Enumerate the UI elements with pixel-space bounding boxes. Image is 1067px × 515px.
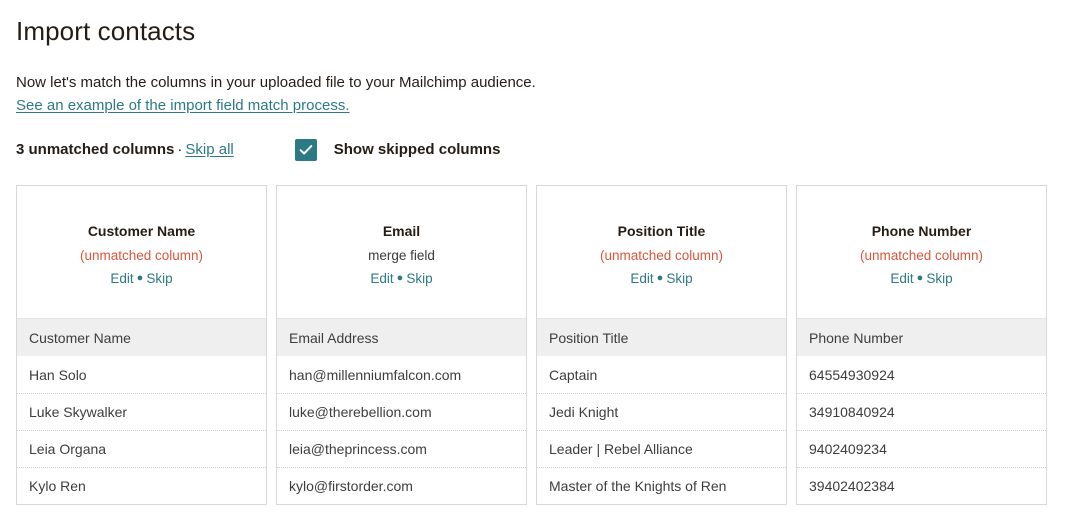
preview-row-cell: Master of the Knights of Ren bbox=[537, 467, 786, 504]
preview-row-cell: Leader | Rebel Alliance bbox=[537, 430, 786, 467]
column-actions: Edit●Skip bbox=[285, 269, 518, 288]
preview-row-cell: Captain bbox=[537, 356, 786, 393]
preview-row-cell: 64554930924 bbox=[797, 356, 1046, 393]
preview-header-cell: Email Address bbox=[277, 319, 526, 356]
preview-row-cell: Luke Skywalker bbox=[17, 393, 266, 430]
column-card-header: Phone Number (unmatched column) Edit●Skip bbox=[797, 186, 1046, 318]
column-preview-table: Customer NameHan SoloLuke SkywalkerLeia … bbox=[17, 318, 266, 504]
preview-row-cell: 39402402384 bbox=[797, 467, 1046, 504]
column-edit-link[interactable]: Edit bbox=[630, 271, 653, 286]
action-separator-dot-icon: ● bbox=[134, 272, 147, 284]
column-match-status: (unmatched column) bbox=[805, 246, 1038, 265]
column-skip-link[interactable]: Skip bbox=[146, 271, 172, 286]
preview-row-cell: 9402409234 bbox=[797, 430, 1046, 467]
column-skip-link[interactable]: Skip bbox=[406, 271, 432, 286]
column-title: Customer Name bbox=[25, 222, 258, 241]
column-preview-table: Position TitleCaptainJedi KnightLeader |… bbox=[537, 318, 786, 504]
preview-row-cell: 34910840924 bbox=[797, 393, 1046, 430]
column-preview-table: Email Addresshan@millenniumfalcon.comluk… bbox=[277, 318, 526, 504]
column-match-status: (unmatched column) bbox=[545, 246, 778, 265]
preview-row-cell: Jedi Knight bbox=[537, 393, 786, 430]
preview-row-cell: Leia Organa bbox=[17, 430, 266, 467]
show-skipped-columns-checkbox[interactable] bbox=[295, 139, 317, 161]
column-actions: Edit●Skip bbox=[805, 269, 1038, 288]
page-title: Import contacts bbox=[16, 0, 1051, 48]
show-skipped-columns-label: Show skipped columns bbox=[334, 140, 501, 160]
column-match-status: (unmatched column) bbox=[25, 246, 258, 265]
column-match-list: Customer Name(unmatched column)Edit●Skip… bbox=[16, 161, 1051, 505]
column-title: Position Title bbox=[545, 222, 778, 241]
action-separator-dot-icon: ● bbox=[654, 272, 667, 284]
unmatched-columns-count: 3 unmatched columns bbox=[16, 141, 174, 158]
preview-header-cell: Phone Number bbox=[797, 319, 1046, 356]
column-card-header: Email merge field Edit●Skip bbox=[277, 186, 526, 318]
column-edit-link[interactable]: Edit bbox=[890, 271, 913, 286]
column-card: Phone Number(unmatched column)Edit●SkipP… bbox=[796, 185, 1047, 505]
import-field-match-example-link[interactable]: See an example of the import field match… bbox=[16, 97, 350, 114]
column-card-header: Position Title (unmatched column) Edit●Ski… bbox=[537, 186, 786, 318]
column-card-header: Customer Name (unmatched column) Edit●Skip bbox=[17, 186, 266, 318]
checkmark-icon bbox=[299, 144, 313, 156]
import-contacts-page: Import contacts Now let's match the colu… bbox=[0, 0, 1067, 515]
column-actions: Edit●Skip bbox=[25, 269, 258, 288]
preview-row-cell: han@millenniumfalcon.com bbox=[277, 356, 526, 393]
example-link-row: See an example of the import field match… bbox=[16, 93, 1051, 116]
column-card: Email merge field Edit●Skip Email Addressha… bbox=[276, 185, 527, 505]
column-actions: Edit●Skip bbox=[545, 269, 778, 288]
preview-row-cell: leia@theprincess.com bbox=[277, 430, 526, 467]
intro-text: Now let's match the columns in your uplo… bbox=[16, 48, 1051, 93]
preview-row-cell: Han Solo bbox=[17, 356, 266, 393]
action-separator-dot-icon: ● bbox=[394, 272, 407, 284]
column-match-status: merge field bbox=[285, 246, 518, 265]
column-title: Phone Number bbox=[805, 222, 1038, 241]
column-preview-table: Phone Number6455493092434910840924940240… bbox=[797, 318, 1046, 504]
column-card: Position Title (unmatched column) Edit●Ski… bbox=[536, 185, 787, 505]
preview-row-cell: luke@therebellion.com bbox=[277, 393, 526, 430]
show-skipped-columns-control[interactable]: Show skipped columns bbox=[295, 139, 501, 161]
column-edit-link[interactable]: Edit bbox=[370, 271, 393, 286]
column-skip-link[interactable]: Skip bbox=[666, 271, 692, 286]
skip-all-link[interactable]: Skip all bbox=[185, 141, 233, 158]
preview-header-cell: Position Title bbox=[537, 319, 786, 356]
status-row: 3 unmatched columns·Skip all Show skippe… bbox=[16, 116, 1051, 161]
column-skip-link[interactable]: Skip bbox=[926, 271, 952, 286]
action-separator-dot-icon: ● bbox=[914, 272, 927, 284]
column-title: Email bbox=[285, 222, 518, 241]
preview-header-cell: Customer Name bbox=[17, 319, 266, 356]
preview-row-cell: kylo@firstorder.com bbox=[277, 467, 526, 504]
column-card: Customer Name (unmatched column) Edit●Skip… bbox=[16, 185, 267, 505]
column-edit-link[interactable]: Edit bbox=[110, 271, 133, 286]
unmatched-columns-status: 3 unmatched columns·Skip all bbox=[16, 140, 234, 160]
preview-row-cell: Kylo Ren bbox=[17, 467, 266, 504]
status-separator: · bbox=[174, 141, 185, 158]
